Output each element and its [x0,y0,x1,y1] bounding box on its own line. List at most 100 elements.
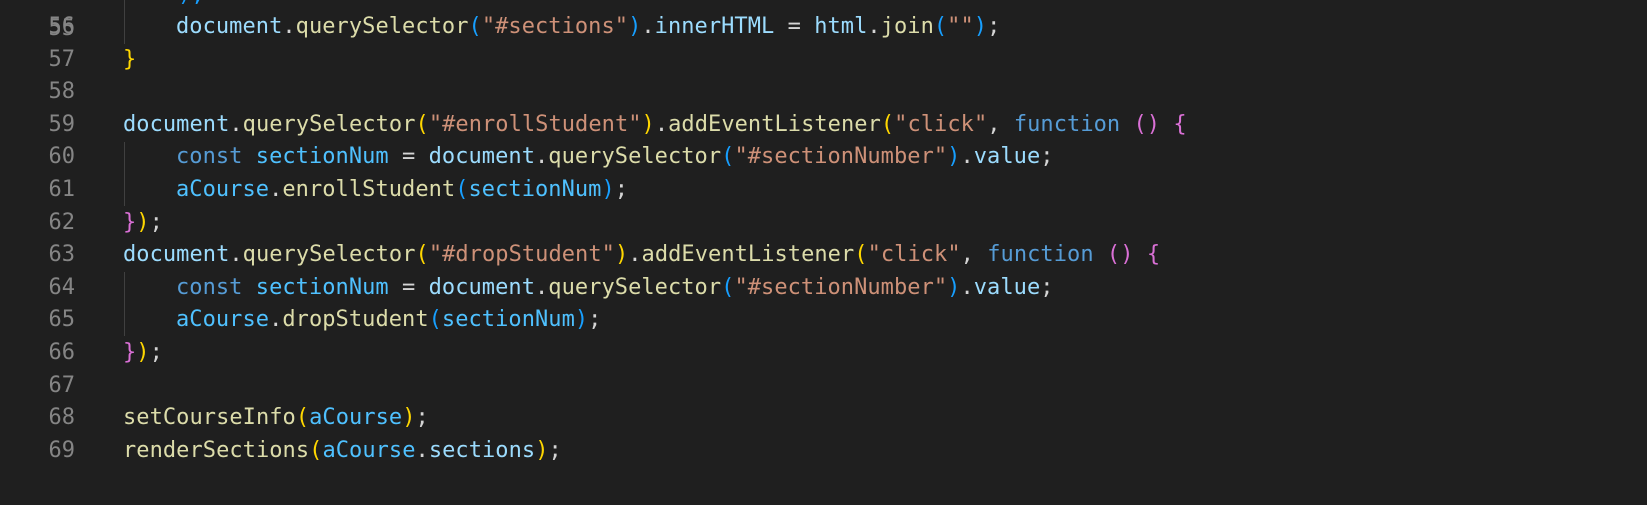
code-editor[interactable]: 55 ); 56document.querySelector("#section… [0,0,1647,505]
line-number: 60 [48,144,76,170]
code-token: } [123,46,137,72]
line-content: aCourse.dropStudent(sectionNum); [176,303,601,337]
code-line-61[interactable]: 61 aCourse.enrollStudent(sectionNum); [0,173,1647,207]
code-line-58[interactable]: 58 [0,75,1647,109]
line-number: 67 [48,372,76,398]
code-token: ) [136,209,150,235]
code-token: . [269,307,283,333]
code-token: ; [588,307,602,333]
code-token: ) [136,340,150,365]
code-token: const [176,274,243,300]
code-token: ; [149,209,163,235]
code-line-56[interactable]: 56 document.querySelector("#sections").in… [0,10,1647,44]
code-token: "#dropStudent" [428,242,615,268]
code-token: innerHTML [654,14,775,39]
code-token: ) [628,14,642,39]
code-line-67[interactable]: 67 [0,369,1647,403]
line-number: 63 [48,242,76,268]
code-token: querySelector [548,144,722,170]
code-line-62[interactable]: 62}); [0,206,1647,240]
code-token: . [535,144,549,170]
code-line-63[interactable]: 63 document.querySelector("#dropStudent")… [0,238,1647,272]
code-token: ( [468,14,482,39]
line-content: aCourse.enrollStudent(sectionNum); [176,173,628,207]
code-token: "click" [894,111,988,137]
line-content: const sectionNum = document.querySelecto… [176,271,1054,305]
code-token: ( [933,14,948,39]
code-token: ) [614,242,629,268]
code-token: . [628,242,642,268]
code-token: document [123,111,230,137]
code-line-60[interactable]: 60 const sectionNum = document.querySelec… [0,140,1647,174]
code-token: document [428,274,535,300]
code-token: dropStudent [282,307,429,333]
code-token: querySelector [242,111,416,137]
code-token: document [176,14,283,39]
code-line-59[interactable]: 59 document.querySelector("#enrollStudent… [0,108,1647,142]
code-line-64[interactable]: 64 const sectionNum = document.querySelec… [0,271,1647,305]
code-line-69[interactable]: 69 renderSections(aCourse.sections); [0,434,1647,468]
code-token: sectionNum [468,177,602,202]
code-token: ; [1040,144,1054,170]
code-token: ( [721,274,735,300]
code-line-65[interactable]: 65 aCourse.dropStudent(sectionNum); [0,303,1647,337]
code-token: ) [601,177,615,202]
code-token: const [176,144,243,170]
code-token: { [1146,242,1161,268]
code-token: ; [614,177,629,202]
line-number: 66 [48,340,76,365]
code-token: . [535,274,549,300]
code-token: join [880,14,934,39]
code-token: addEventListener [641,242,855,268]
code-token: = [388,274,429,300]
code-token: . [654,111,669,137]
code-token: "#sections" [481,14,629,39]
code-line-66[interactable]: 66}); [0,336,1647,370]
code-token: ( [415,111,429,137]
code-token: "click" [867,242,961,268]
code-token: "#sectionNumber" [734,144,948,170]
code-line-68[interactable]: 68 setCourseInfo(aCourse); [0,401,1647,435]
code-token: ( [295,405,310,431]
code-token: "#sectionNumber" [734,274,948,300]
code-token: ; [987,14,1001,39]
code-token: aCourse [322,437,416,463]
line-number: 64 [48,274,76,300]
code-token: addEventListener [668,111,881,137]
code-token: sections [428,437,536,463]
code-token: . [960,144,974,170]
code-token: sectionNum [441,307,575,333]
code-token: value [973,144,1041,170]
code-token: ( [309,437,323,463]
code-token: document [123,242,230,268]
code-token: ) [947,144,961,170]
line-number: 58 [48,79,76,105]
code-token: , [987,111,1014,137]
code-token: enrollStudent [282,177,456,202]
code-token: ; [415,405,429,431]
code-token: ( [415,242,429,268]
code-token: querySelector [295,14,469,39]
code-token: . [229,111,243,137]
code-token: } [123,209,137,235]
code-token: ) [402,405,416,431]
code-token: . [641,14,655,39]
code-token: renderSections [123,437,310,463]
code-token: document [428,144,535,170]
code-token: html [814,14,868,39]
code-token: ) [973,14,988,39]
code-token: { [1173,111,1187,137]
code-token: querySelector [548,274,722,300]
code-token: = [774,14,815,39]
code-token: sectionNum [255,274,389,300]
code-line-57[interactable]: 57} [0,43,1647,77]
line-content: setCourseInfo(aCourse); [123,401,429,435]
code-token: ) [535,437,549,463]
code-token: sectionNum [255,144,389,170]
code-token: aCourse [309,405,403,431]
code-token: function [987,242,1094,268]
line-content: document.querySelector("#dropStudent").a… [123,238,1160,272]
